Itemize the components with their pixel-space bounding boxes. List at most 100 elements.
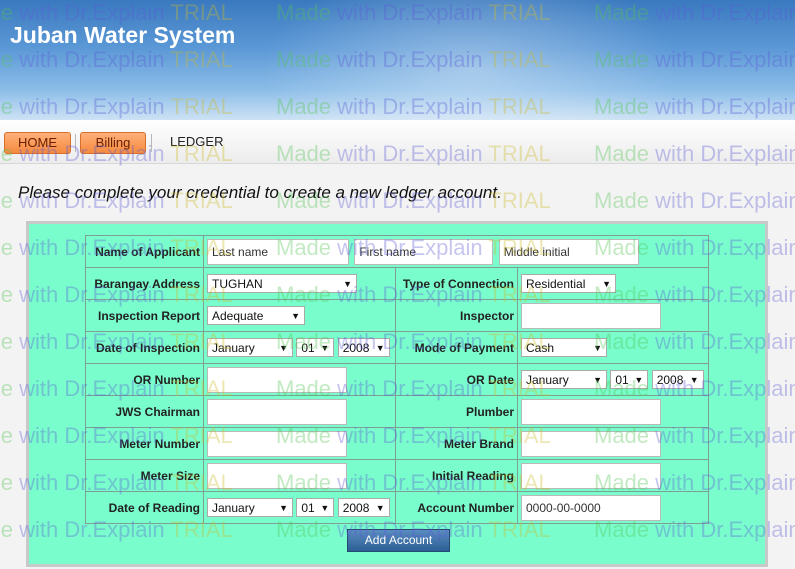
or-year-select[interactable]: 2008 ▼: [651, 370, 704, 389]
billing-nav-button[interactable]: Billing: [80, 132, 146, 154]
inspection-month-select[interactable]: January ▼: [207, 338, 293, 357]
page-header: Juban Water System: [0, 0, 795, 120]
chevron-down-icon: ▼: [634, 374, 644, 385]
form-row: OR Number OR Date January ▼ 01 ▼ 2008 ▼: [85, 363, 709, 396]
form-row: Date of Inspection January ▼ 01 ▼ 2008 ▼: [85, 331, 709, 364]
meter-number-label: Meter Number: [85, 427, 204, 460]
chevron-down-icon: ▼: [291, 310, 300, 321]
initial-reading-input[interactable]: [521, 462, 661, 489]
main-content: Please complete your credential to creat…: [0, 165, 795, 569]
initial-reading-cell: [517, 459, 709, 492]
instruction-text: Please complete your credential to creat…: [18, 183, 502, 202]
payment-cell: Cash ▼: [517, 331, 709, 364]
plumber-input[interactable]: [521, 398, 661, 425]
form-row: Inspection Report Adequate ▼ Inspector: [85, 299, 709, 332]
chevron-down-icon: ▼: [343, 278, 352, 289]
barangay-select[interactable]: TUGHAN ▼: [207, 274, 357, 293]
reading-date-cell: January ▼ 01 ▼ 2008 ▼: [203, 491, 396, 524]
chairman-input[interactable]: [207, 398, 347, 425]
form-row: Barangay Address TUGHAN ▼ Type of Connec…: [85, 267, 709, 300]
meter-brand-label: Meter Brand: [395, 427, 518, 460]
or-number-label: OR Number: [85, 363, 204, 396]
form-row: Name of Applicant Last name First name M…: [85, 235, 709, 268]
inspection-report-select[interactable]: Adequate ▼: [207, 306, 305, 325]
form-row: Date of Reading January ▼ 01 ▼ 2008 ▼ Ac…: [85, 491, 709, 524]
meter-brand-input[interactable]: [521, 430, 661, 457]
connection-cell: Residential ▼: [517, 267, 709, 300]
barangay-label: Barangay Address: [85, 267, 204, 300]
meter-size-input[interactable]: [207, 462, 347, 489]
account-number-cell: 0000-00-0000: [517, 491, 709, 524]
first-name-input[interactable]: First name: [354, 238, 494, 265]
inspection-day-value: 01: [301, 340, 315, 355]
nav-divider: [75, 134, 76, 152]
initial-reading-label: Initial Reading: [395, 459, 518, 492]
middle-initial-input[interactable]: Middle initial: [498, 238, 639, 265]
add-account-button[interactable]: Add Account: [347, 529, 450, 552]
chevron-down-icon: ▼: [602, 278, 611, 289]
form-row: Meter Size Initial Reading: [85, 459, 709, 492]
or-year-value: 2008: [656, 372, 684, 387]
chevron-down-icon: ▼: [375, 342, 385, 353]
or-number-input[interactable]: [207, 366, 347, 393]
reading-month-select[interactable]: January ▼: [207, 498, 293, 517]
or-date-cell: January ▼ 01 ▼ 2008 ▼: [517, 363, 709, 396]
payment-select[interactable]: Cash ▼: [521, 338, 607, 357]
inspection-year-value: 2008: [342, 340, 370, 355]
or-month-select[interactable]: January ▼: [521, 370, 607, 389]
chevron-down-icon: ▼: [279, 502, 288, 513]
chairman-label: JWS Chairman: [85, 395, 204, 428]
barangay-cell: TUGHAN ▼: [203, 267, 396, 300]
or-month-value: January: [526, 372, 569, 387]
form-row: Meter Number Meter Brand: [85, 427, 709, 460]
reading-day-select[interactable]: 01 ▼: [296, 498, 335, 517]
inspection-report-cell: Adequate ▼: [203, 299, 396, 332]
chevron-down-icon: ▼: [320, 502, 330, 513]
ledger-nav-link[interactable]: LEDGER: [170, 132, 223, 154]
ledger-form-panel: Name of Applicant Last name First name M…: [26, 221, 768, 567]
meter-size-cell: [203, 459, 396, 492]
inspection-date-label: Date of Inspection: [85, 331, 204, 364]
inspector-input[interactable]: [521, 302, 661, 329]
chevron-down-icon: ▼: [375, 502, 385, 513]
nav-bar: HOME Billing LEDGER: [0, 120, 795, 164]
chevron-down-icon: ▼: [593, 342, 602, 353]
connection-label: Type of Connection: [395, 267, 518, 300]
chevron-down-icon: ▼: [593, 374, 602, 385]
nav-divider: [151, 134, 152, 152]
inspector-label: Inspector: [395, 299, 518, 332]
name-inputs-cell: Last name First name Middle initial: [203, 235, 709, 268]
payment-label: Mode of Payment: [395, 331, 518, 364]
payment-value: Cash: [526, 340, 555, 355]
or-number-cell: [203, 363, 396, 396]
connection-select[interactable]: Residential ▼: [521, 274, 616, 293]
inspection-month-value: January: [212, 340, 255, 355]
chevron-down-icon: ▼: [320, 342, 330, 353]
reading-date-label: Date of Reading: [85, 491, 204, 524]
account-number-label: Account Number: [395, 491, 518, 524]
account-number-input[interactable]: 0000-00-0000: [521, 494, 661, 521]
reading-year-select[interactable]: 2008 ▼: [337, 498, 390, 517]
or-day-value: 01: [615, 372, 629, 387]
last-name-input[interactable]: Last name: [207, 238, 349, 265]
connection-value: Residential: [526, 276, 586, 291]
meter-brand-cell: [517, 427, 709, 460]
inspection-date-cell: January ▼ 01 ▼ 2008 ▼: [203, 331, 396, 364]
or-day-select[interactable]: 01 ▼: [610, 370, 649, 389]
chairman-cell: [203, 395, 396, 428]
home-nav-button[interactable]: HOME: [4, 132, 71, 154]
plumber-cell: [517, 395, 709, 428]
chevron-down-icon: ▼: [689, 374, 699, 385]
inspection-report-label: Inspection Report: [85, 299, 204, 332]
inspection-day-select[interactable]: 01 ▼: [296, 338, 335, 357]
meter-size-label: Meter Size: [85, 459, 204, 492]
chevron-down-icon: ▼: [279, 342, 288, 353]
meter-number-input[interactable]: [207, 430, 347, 457]
inspection-report-value: Adequate: [212, 308, 264, 323]
form-row: JWS Chairman Plumber: [85, 395, 709, 428]
barangay-value: TUGHAN: [212, 276, 263, 291]
meter-number-cell: [203, 427, 396, 460]
name-label: Name of Applicant: [85, 235, 204, 268]
reading-day-value: 01: [301, 500, 315, 515]
inspection-year-select[interactable]: 2008 ▼: [337, 338, 390, 357]
